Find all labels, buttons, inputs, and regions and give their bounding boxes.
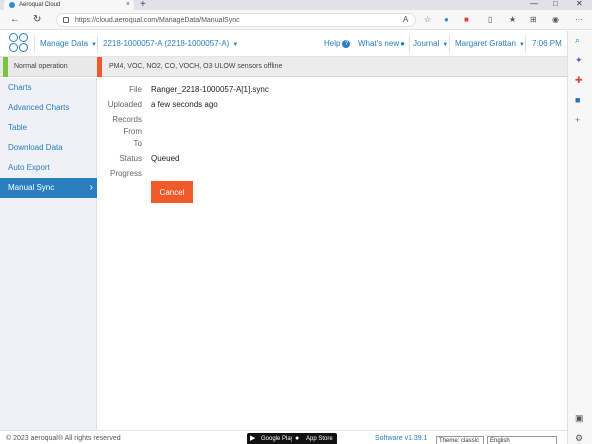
sidebar-item-manual-sync[interactable]: Manual Sync › xyxy=(0,178,97,198)
uploaded-label: Uploaded xyxy=(107,100,142,109)
progress-label: Progress xyxy=(109,169,142,178)
sidebar-item-advanced-charts[interactable]: Advanced Charts xyxy=(0,98,97,118)
manage-data-menu[interactable]: Manage Data ▼ xyxy=(40,39,97,48)
sidebar: Charts Advanced Charts Table Download Da… xyxy=(0,78,97,444)
language-select[interactable]: English xyxy=(487,436,557,444)
copyright-text: © 2023 aeroqual® All rights reserved xyxy=(6,435,121,442)
more-icon[interactable]: ⋯ xyxy=(575,15,583,24)
divider xyxy=(97,35,98,53)
settings-gear-icon[interactable]: ⚙ xyxy=(575,433,583,444)
from-label: From xyxy=(123,127,142,136)
app-header: Manage Data ▼ 2218-1000057-A (2218-100005… xyxy=(0,31,567,57)
browser-sidebar: ⌕ ✦ ✚ ■ + ▣ ⚙ xyxy=(567,31,592,444)
divider xyxy=(409,35,410,53)
chevron-down-icon: ▼ xyxy=(518,42,525,48)
new-tab-button[interactable]: + xyxy=(140,0,146,10)
user-menu[interactable]: Margaret Grattan ▼ xyxy=(455,39,525,48)
favorites-icon[interactable]: ★ xyxy=(509,15,516,24)
divider xyxy=(525,35,526,53)
tab-title: Aeroqual Cloud xyxy=(19,2,61,8)
divider xyxy=(34,35,35,53)
adblock-icon[interactable]: ■ xyxy=(464,15,469,24)
lightbulb-icon: ● xyxy=(400,39,405,48)
minimize-button[interactable]: — xyxy=(530,0,538,8)
collections-icon[interactable]: ⊞ xyxy=(530,15,537,24)
uploaded-value: a few seconds ago xyxy=(151,100,218,109)
status-normal: Normal operation xyxy=(0,57,97,77)
status-value: Queued xyxy=(151,154,180,163)
chevron-right-icon: › xyxy=(89,182,93,193)
file-label: File xyxy=(129,85,142,94)
outlook-icon[interactable]: ■ xyxy=(575,95,580,105)
close-tab-icon[interactable]: × xyxy=(126,1,130,8)
refresh-icon[interactable]: ↻ xyxy=(33,14,41,25)
cancel-button[interactable]: Cancel xyxy=(151,181,193,203)
sidebar-item-auto-export[interactable]: Auto Export xyxy=(0,158,97,178)
extension-icon[interactable]: ● xyxy=(444,15,449,24)
status-normal-text: Normal operation xyxy=(14,63,68,70)
divider xyxy=(449,35,450,53)
split-screen-icon[interactable]: ▯ xyxy=(488,15,492,24)
google-play-icon: ▶ xyxy=(250,435,256,442)
add-icon[interactable]: + xyxy=(575,115,580,125)
app-store-badge[interactable]: ● App Store xyxy=(292,433,337,444)
sidebar-layout-icon[interactable]: ▣ xyxy=(575,413,584,424)
browser-tab[interactable]: Aeroqual Cloud × xyxy=(4,0,134,10)
theme-select[interactable]: Theme: classic xyxy=(436,436,484,444)
url-input[interactable]: https://cloud.aeroqual.com/ManageData/Ma… xyxy=(56,13,416,27)
search-icon[interactable]: ⌕ xyxy=(575,35,580,46)
clock: 7:06 PM xyxy=(532,39,562,48)
chevron-down-icon: ▼ xyxy=(232,42,239,48)
close-window-button[interactable]: ✕ xyxy=(576,0,583,8)
help-icon: ? xyxy=(342,39,351,48)
manual-sync-panel: File Ranger_2218-1000057-A[1].sync Uploa… xyxy=(97,78,567,418)
maximize-button[interactable]: □ xyxy=(553,0,558,8)
sidebar-item-label: Manual Sync xyxy=(8,183,55,192)
software-version-link[interactable]: Software v1.39.1 xyxy=(375,435,428,442)
to-label: To xyxy=(133,139,142,148)
help-link[interactable]: Help? xyxy=(324,39,351,48)
whats-new-link[interactable]: What's new● xyxy=(358,39,405,48)
status-alert: PM4, VOC, NO2, CO, VOCH, O3 ULOW sensors… xyxy=(97,57,567,77)
status-alert-text: PM4, VOC, NO2, CO, VOCH, O3 ULOW sensors… xyxy=(109,63,283,70)
sidebar-item-charts[interactable]: Charts xyxy=(0,78,97,98)
tools-icon[interactable]: ✚ xyxy=(575,75,583,86)
chevron-down-icon: ▼ xyxy=(442,42,449,48)
favorite-icon[interactable]: ☆ xyxy=(424,15,431,24)
journal-menu[interactable]: Journal ▼ xyxy=(413,39,448,48)
browser-tabstrip: Aeroqual Cloud × + — □ ✕ xyxy=(0,0,592,10)
status-alert-indicator xyxy=(97,57,102,77)
apple-icon: ● xyxy=(295,435,300,442)
file-value: Ranger_2218-1000057-A[1].sync xyxy=(151,85,269,94)
google-play-badge[interactable]: ▶ Google Play xyxy=(247,433,298,444)
status-ok-indicator xyxy=(3,57,8,77)
url-text: https://cloud.aeroqual.com/ManageData/Ma… xyxy=(75,16,240,24)
sidebar-item-table[interactable]: Table xyxy=(0,118,97,138)
copilot-icon[interactable]: ✦ xyxy=(575,55,583,66)
back-icon[interactable]: ← xyxy=(10,14,20,25)
aeroqual-logo[interactable] xyxy=(9,33,31,53)
footer: © 2023 aeroqual® All rights reserved ▶ G… xyxy=(0,430,567,444)
records-label: Records xyxy=(112,115,142,124)
sidebar-item-download-data[interactable]: Download Data xyxy=(0,138,97,158)
aeroqual-favicon-icon xyxy=(9,2,15,8)
profile-icon[interactable]: ◉ xyxy=(552,15,559,24)
lock-icon xyxy=(63,17,69,23)
device-selector[interactable]: 2218-1000057-A (2218-1000057-A) ▼ xyxy=(103,39,238,48)
address-bar: ← ↻ https://cloud.aeroqual.com/ManageDat… xyxy=(0,10,592,30)
status-label: Status xyxy=(119,154,142,163)
read-aloud-icon[interactable]: A xyxy=(403,15,408,24)
